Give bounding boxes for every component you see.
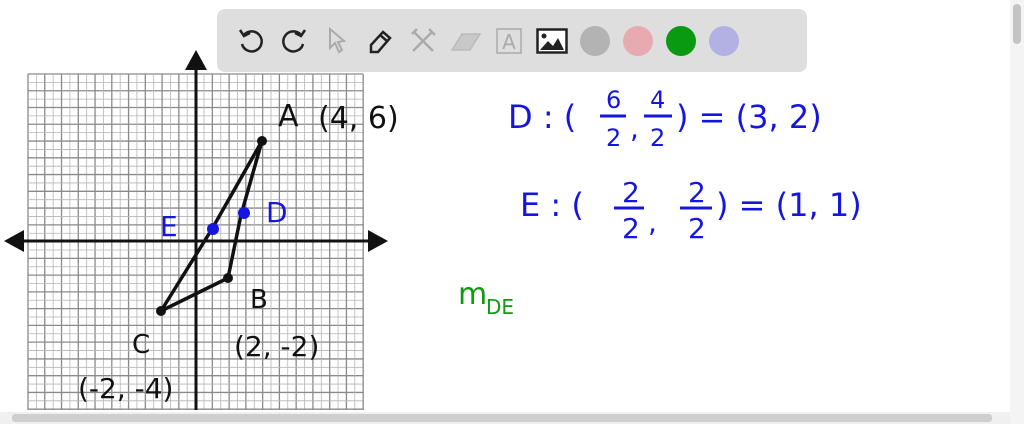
label-a: A — [278, 99, 299, 134]
e-den1: 2 — [622, 212, 640, 245]
redo-button[interactable] — [272, 21, 315, 61]
svg-text:,: , — [648, 206, 657, 239]
pen-button[interactable] — [358, 21, 401, 61]
color-swatch-gray — [579, 25, 610, 56]
horizontal-scrollbar-thumb[interactable] — [12, 414, 992, 422]
select-icon — [328, 26, 346, 53]
color-green-button[interactable] — [659, 21, 702, 61]
point-a — [257, 136, 267, 146]
image-icon — [535, 27, 568, 54]
color-pink-button[interactable] — [616, 21, 659, 61]
vertical-scrollbar[interactable] — [1010, 0, 1024, 424]
d-num1: 6 — [606, 86, 621, 114]
drawing-toolbar: A — [217, 9, 807, 72]
undo-icon — [238, 28, 263, 53]
coord-a: (4, 6) — [318, 101, 399, 136]
slope-subscript: DE — [486, 295, 514, 319]
d-work-prefix: D : ( — [508, 98, 576, 136]
image-button[interactable] — [530, 21, 573, 61]
pen-icon — [369, 29, 392, 53]
point-c — [156, 306, 166, 316]
d-den1: 2 — [606, 124, 621, 152]
x-axis-right-arrow-icon — [368, 230, 388, 252]
e-den2: 2 — [688, 212, 706, 245]
vertical-scrollbar-thumb[interactable] — [1013, 4, 1021, 44]
horizontal-scrollbar[interactable] — [0, 412, 1010, 424]
point-e — [207, 223, 219, 235]
slope-m: m — [458, 277, 487, 312]
eraser-icon — [450, 32, 481, 51]
tools-button[interactable] — [401, 21, 444, 61]
color-swatch-green — [665, 25, 696, 56]
text-icon: A — [495, 27, 522, 54]
svg-text:A: A — [502, 30, 516, 54]
color-swatch-pink — [622, 25, 653, 56]
e-num2: 2 — [688, 176, 706, 209]
label-e: E — [160, 210, 178, 243]
point-d — [238, 207, 250, 219]
label-d: D — [266, 196, 288, 229]
label-c: C — [132, 330, 150, 360]
color-swatch-lavender — [708, 25, 739, 56]
y-axis-up-arrow-icon — [185, 50, 207, 70]
d-num2: 4 — [650, 86, 665, 114]
eraser-button[interactable] — [444, 21, 487, 61]
color-gray-button[interactable] — [573, 21, 616, 61]
d-den2: 2 — [650, 124, 665, 152]
e-num1: 2 — [622, 176, 640, 209]
label-b: B — [250, 285, 268, 315]
color-lavender-button[interactable] — [702, 21, 745, 61]
text-button[interactable]: A — [487, 21, 530, 61]
select-button[interactable] — [315, 21, 358, 61]
e-work-prefix: E : ( — [520, 186, 584, 224]
d-work-result: ) = (3, 2) — [676, 98, 822, 136]
x-axis-left-arrow-icon — [4, 230, 24, 252]
tools-icon — [410, 27, 436, 52]
coord-b: (2, -2) — [234, 330, 319, 363]
e-work-result: ) = (1, 1) — [716, 186, 862, 224]
svg-text:,: , — [630, 112, 639, 145]
coord-c: (-2, -4) — [78, 372, 173, 405]
redo-icon — [281, 28, 306, 53]
point-b — [223, 273, 233, 283]
undo-button[interactable] — [229, 21, 272, 61]
